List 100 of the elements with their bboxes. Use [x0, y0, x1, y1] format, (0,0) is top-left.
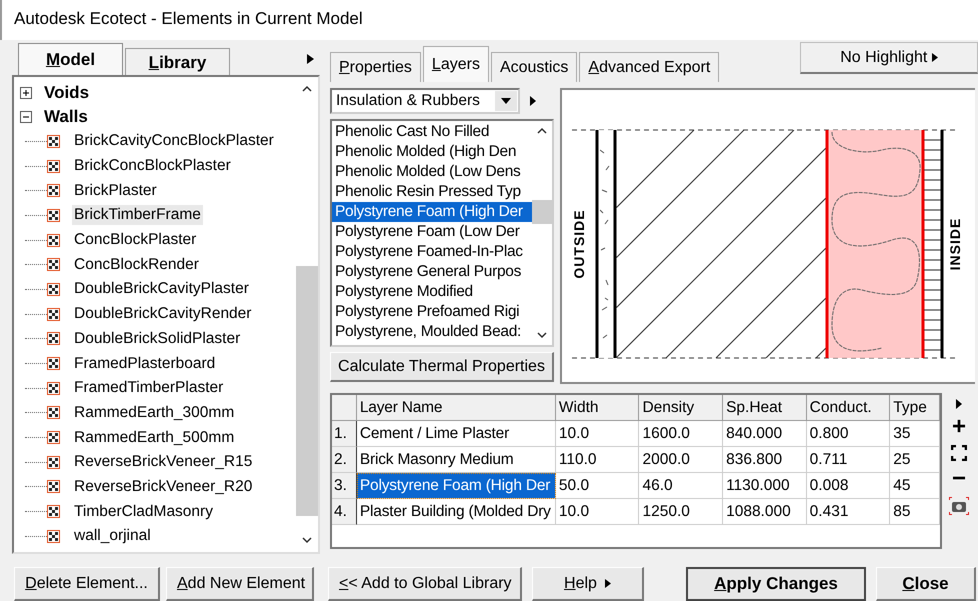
checker-icon — [47, 382, 60, 395]
table-cell[interactable]: 836.800 — [723, 447, 807, 473]
dropdown-arrow-icon[interactable] — [501, 98, 511, 104]
action-button[interactable]: << Add to Global Library — [328, 567, 522, 601]
tree-item[interactable]: ConcBlockPlaster — [72, 230, 198, 250]
table-cell[interactable]: 85 — [890, 499, 940, 525]
tree-item[interactable]: BrickTimberFrame — [72, 205, 203, 226]
material-item[interactable]: Polystyrene, Moulded Bead: — [332, 322, 532, 342]
material-item[interactable]: Polystyrene Foam (Low Der — [332, 222, 532, 242]
action-button[interactable]: Apply Changes — [686, 567, 866, 601]
action-button[interactable]: Add New Element — [166, 567, 314, 601]
checker-icon — [47, 332, 60, 346]
material-item[interactable]: Phenolic Cast No Filled — [332, 122, 532, 142]
table-cell[interactable]: 46.0 — [639, 473, 724, 499]
table-cell[interactable]: 45 — [890, 473, 940, 499]
calculate-button[interactable]: Calculate Thermal Properties — [330, 352, 554, 382]
tree-group-label[interactable]: Voids — [44, 83, 90, 103]
tree-item[interactable]: ReverseBrickVeneer_R20 — [72, 476, 254, 497]
scroll-down-icon[interactable] — [537, 332, 547, 339]
tab[interactable]: Properties — [330, 52, 421, 82]
tree-group-label[interactable]: Walls — [44, 107, 88, 127]
tree-item[interactable]: TimberCladMasonry — [72, 502, 215, 522]
scroll-up-icon[interactable] — [537, 127, 547, 134]
row-number: 1. — [332, 421, 357, 447]
tree-item[interactable]: ReverseBrickVeneer_R15 — [72, 452, 254, 472]
add-layer-button[interactable]: + — [952, 417, 966, 437]
table-cell[interactable]: 110.0 — [556, 447, 640, 473]
arrow-right-icon[interactable] — [307, 54, 314, 64]
arrow-right-icon[interactable] — [530, 96, 536, 106]
table-cell[interactable]: 10.0 — [556, 499, 640, 525]
tree-item[interactable]: FramedTimberPlaster — [72, 378, 226, 398]
remove-layer-button[interactable]: − — [952, 469, 966, 489]
column-header[interactable]: Sp.Heat — [723, 395, 807, 421]
tree-item[interactable]: FramedPlasterboard — [72, 354, 218, 374]
scroll-thumb[interactable] — [532, 200, 552, 224]
window-title: Autodesk Ecotect - Elements in Current Model — [14, 8, 363, 30]
camera-icon[interactable] — [949, 497, 969, 515]
table-cell[interactable]: 50.0 — [556, 473, 640, 499]
table-cell[interactable]: Plaster Building (Molded Dry — [356, 499, 556, 525]
table-cell[interactable]: 1130.000 — [723, 473, 807, 499]
panel-tab[interactable]: Library — [125, 48, 230, 76]
tree-item[interactable]: DoubleBrickCavityRender — [72, 304, 254, 324]
action-button[interactable]: Help — [532, 567, 644, 601]
column-header[interactable]: Conduct. — [806, 395, 890, 421]
panel-tab[interactable]: Model — [18, 43, 123, 76]
material-item[interactable]: Phenolic Resin Pressed Typ — [332, 182, 532, 202]
tab[interactable]: Layers — [422, 46, 489, 82]
tree-item[interactable]: DoubleBrickCavityPlaster — [72, 279, 251, 300]
arrow-right-icon[interactable] — [956, 399, 962, 409]
table-cell[interactable]: 25 — [890, 447, 940, 473]
highlight-menu-button[interactable]: No Highlight — [800, 42, 978, 74]
material-item[interactable]: Polystyrene Modified — [332, 282, 532, 302]
tab[interactable]: Acoustics — [490, 52, 578, 82]
material-item[interactable]: Polystyrene Foam (High Der — [332, 202, 532, 222]
expander-icon[interactable] — [20, 111, 32, 123]
expander-icon[interactable] — [20, 87, 32, 99]
tree-item[interactable]: RammedEarth_300mm — [72, 402, 236, 423]
table-cell[interactable]: 0.711 — [806, 447, 890, 473]
corner-cell — [332, 395, 357, 421]
row-number: 2. — [332, 447, 357, 473]
material-item[interactable]: Phenolic Molded (Low Dens — [332, 162, 532, 182]
table-cell[interactable]: 10.0 — [556, 421, 640, 447]
table-cell[interactable]: 1088.000 — [723, 499, 807, 525]
column-header[interactable]: Type — [890, 395, 940, 421]
column-header[interactable]: Width — [556, 395, 640, 421]
scroll-down-icon[interactable] — [302, 537, 312, 544]
action-button[interactable]: Close — [876, 567, 976, 601]
table-cell[interactable]: 0.008 — [806, 473, 890, 499]
category-dropdown[interactable]: Insulation & Rubbers — [330, 88, 520, 114]
tree-item[interactable]: BrickPlaster — [72, 180, 159, 201]
table-cell[interactable]: 35 — [890, 421, 940, 447]
tree-item[interactable]: ConcBlockRender — [72, 254, 201, 275]
checker-icon — [47, 208, 60, 222]
scroll-up-icon[interactable] — [302, 85, 312, 92]
tree-item[interactable]: wall_orjinal — [72, 526, 153, 546]
tree-item[interactable]: BrickConcBlockPlaster — [72, 156, 233, 176]
checker-icon — [47, 530, 60, 543]
scroll-thumb[interactable] — [296, 266, 318, 516]
table-cell[interactable]: 840.000 — [723, 421, 807, 447]
table-cell[interactable]: 0.431 — [806, 499, 890, 525]
table-cell[interactable]: 1600.0 — [639, 421, 724, 447]
table-cell[interactable]: Polystyrene Foam (High Der — [356, 473, 556, 499]
tab[interactable]: Advanced Export — [579, 52, 720, 82]
row-number: 4. — [332, 499, 357, 525]
action-button[interactable]: Delete Element... — [14, 567, 160, 601]
column-header[interactable]: Density — [639, 395, 724, 421]
table-cell[interactable]: 2000.0 — [639, 447, 724, 473]
table-cell[interactable]: 1250.0 — [639, 499, 724, 525]
table-cell[interactable]: Cement / Lime Plaster — [356, 421, 556, 447]
expand-icon[interactable] — [951, 445, 967, 461]
material-item[interactable]: Polystyrene Prefoamed Rigi — [332, 302, 532, 322]
tree-item[interactable]: BrickCavityConcBlockPlaster — [72, 131, 276, 152]
material-item[interactable]: Polystyrene General Purpos — [332, 262, 532, 282]
material-item[interactable]: Polystyrene Foamed-In-Plac — [332, 242, 532, 262]
table-cell[interactable]: 0.800 — [806, 421, 890, 447]
tree-item[interactable]: RammedEarth_500mm — [72, 428, 236, 448]
material-item[interactable]: Phenolic Molded (High Den — [332, 142, 532, 162]
tree-item[interactable]: DoubleBrickSolidPlaster — [72, 328, 242, 349]
column-header[interactable]: Layer Name — [356, 395, 556, 421]
checker-icon — [47, 505, 60, 518]
